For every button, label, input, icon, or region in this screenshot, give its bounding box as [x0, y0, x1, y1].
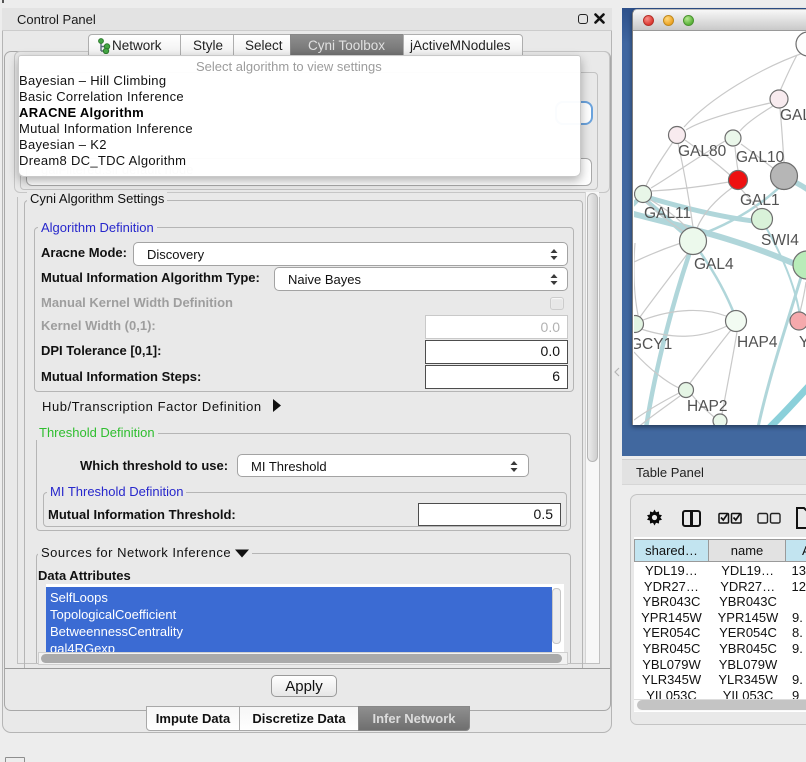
svg-text:GAL1: GAL1: [740, 192, 780, 209]
svg-text:GCY1: GCY1: [634, 336, 672, 353]
svg-text:GAL2: GAL2: [780, 107, 806, 124]
svg-text:GAL10: GAL10: [736, 149, 785, 166]
svg-text:SWI4: SWI4: [761, 232, 799, 249]
svg-text:Y: Y: [799, 334, 806, 351]
svg-text:GAL80: GAL80: [678, 143, 727, 160]
svg-text:GAL4: GAL4: [694, 256, 734, 273]
svg-text:HAP4: HAP4: [737, 334, 778, 351]
svg-text:GAL11: GAL11: [644, 205, 691, 222]
svg-text:HAP2: HAP2: [687, 398, 728, 415]
